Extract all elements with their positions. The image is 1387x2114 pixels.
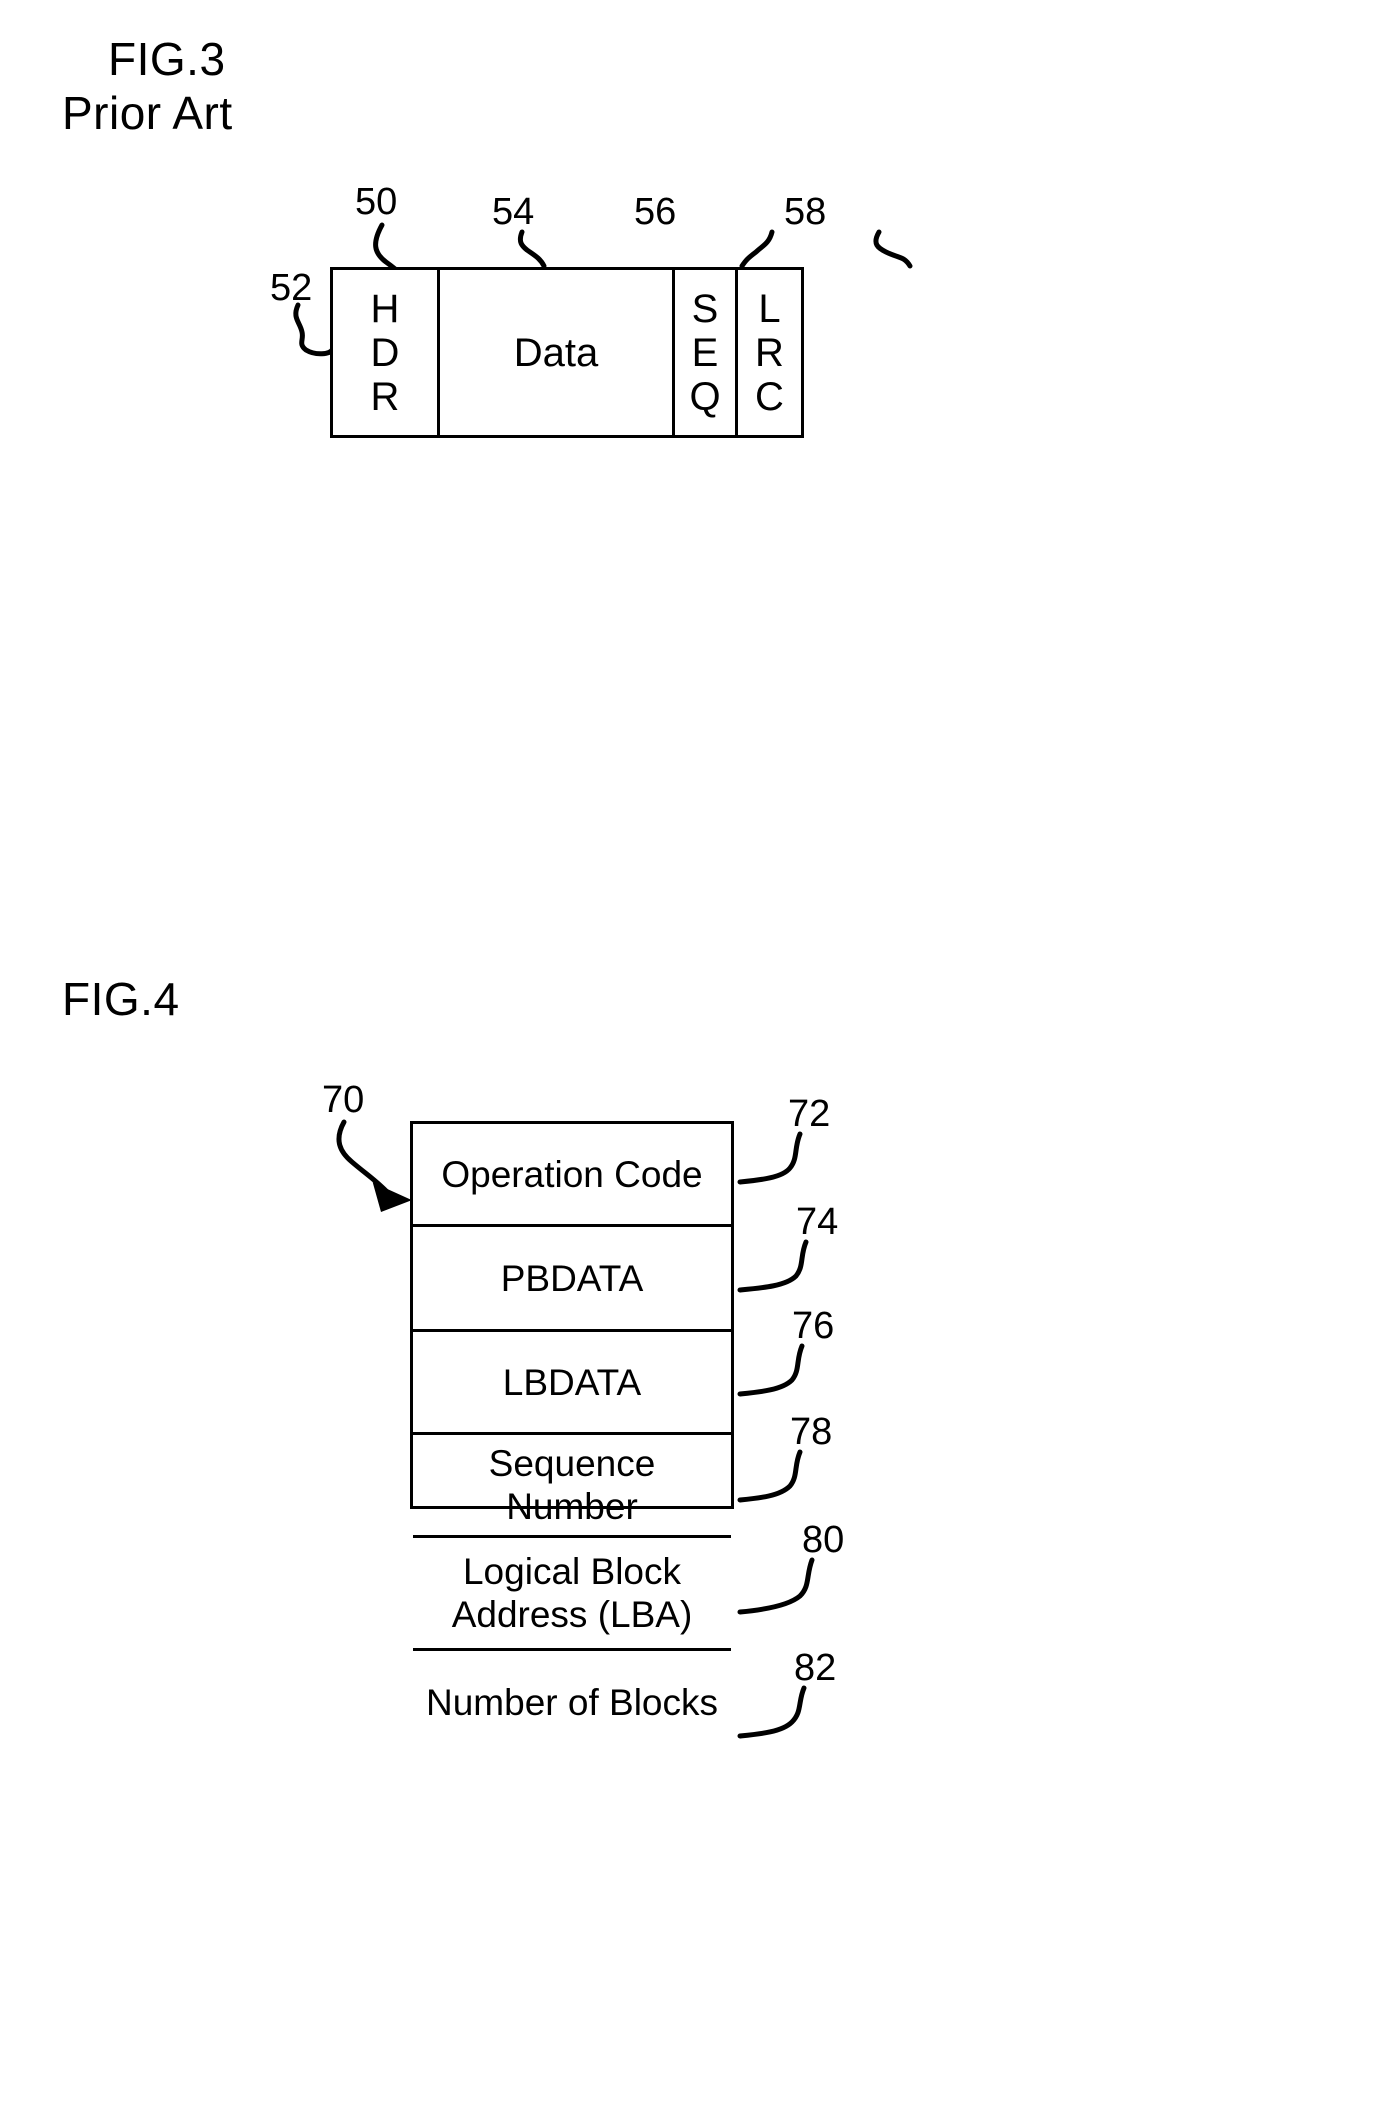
fig3-title: FIG.3 <box>108 33 226 85</box>
packet-cell-hdr: H D R <box>333 270 440 435</box>
leader-78 <box>737 1449 803 1503</box>
ref-numeral-50: 50 <box>355 181 398 223</box>
table-row: LBDATA <box>413 1332 731 1435</box>
seq-letter-s: S <box>691 286 719 331</box>
leader-82 <box>737 1685 807 1739</box>
data-label: Data <box>513 330 599 375</box>
table-row: Number of Blocks <box>413 1651 731 1754</box>
lrc-letter-c: C <box>755 374 784 419</box>
leader-70 <box>336 1119 391 1196</box>
row-label-pbdata: PBDATA <box>500 1257 644 1299</box>
hdr-letter-d: D <box>370 330 400 375</box>
packet-cell-seq: S E Q <box>675 270 738 435</box>
leader-74 <box>737 1239 809 1293</box>
leader-54 <box>517 229 547 269</box>
table-row: Logical Block Address (LBA) <box>413 1538 731 1651</box>
row-label-logical-block-address: Logical Block Address (LBA) <box>451 1551 693 1635</box>
ref-numeral-72: 72 <box>788 1093 831 1135</box>
row-label-lbdata: LBDATA <box>502 1361 642 1403</box>
ref-numeral-58: 58 <box>784 191 827 233</box>
seq-vertical-letters: S E Q <box>689 287 720 419</box>
ref-numeral-82: 82 <box>794 1647 837 1689</box>
leader-52 <box>293 302 335 357</box>
fig4-command-block-table: Operation Code PBDATA LBDATA Sequence Nu… <box>410 1121 734 1723</box>
leader-58 <box>739 229 775 269</box>
patent-drawing-sheet: FIG.3 Prior Art 50 52 54 56 58 H D R Dat… <box>0 0 1387 2114</box>
leader-80 <box>737 1557 815 1615</box>
ref-numeral-56: 56 <box>634 191 677 233</box>
seq-letter-e: E <box>691 330 719 375</box>
fig4-title: FIG.4 <box>62 973 180 1025</box>
lrc-letter-r: R <box>755 330 784 375</box>
ref-numeral-70: 70 <box>322 1079 365 1121</box>
packet-cell-lrc: L R C <box>738 270 801 435</box>
ref-numeral-54: 54 <box>492 191 535 233</box>
lrc-letter-l: L <box>758 286 781 331</box>
row-label-sequence-number: Sequence Number <box>488 1443 656 1527</box>
hdr-vertical-letters: H D R <box>371 287 400 419</box>
fig3-packet-diagram: H D R Data S E Q L R C <box>330 267 804 438</box>
hdr-letter-r: R <box>370 374 400 419</box>
leader-56 <box>873 229 913 269</box>
row-label-number-of-blocks: Number of Blocks <box>426 1682 718 1723</box>
ref-numeral-74: 74 <box>796 1201 839 1243</box>
table-row: Sequence Number <box>413 1435 731 1538</box>
hdr-letter-h: H <box>370 286 400 331</box>
row-label-operation-code: Operation Code <box>441 1153 703 1195</box>
arrowhead-70 <box>372 1182 412 1212</box>
ref-numeral-78: 78 <box>790 1411 833 1453</box>
ref-numeral-76: 76 <box>792 1305 835 1347</box>
table-row: Operation Code <box>413 1124 731 1227</box>
table-row: PBDATA <box>413 1227 731 1332</box>
packet-cell-data: Data <box>440 270 675 435</box>
seq-letter-q: Q <box>689 374 721 419</box>
leader-76 <box>737 1343 805 1397</box>
fig3-subtitle: Prior Art <box>62 87 233 139</box>
ref-numeral-80: 80 <box>802 1519 845 1561</box>
ref-numeral-52: 52 <box>270 267 313 309</box>
leader-72 <box>737 1131 803 1185</box>
lrc-vertical-letters: L R C <box>755 287 784 419</box>
